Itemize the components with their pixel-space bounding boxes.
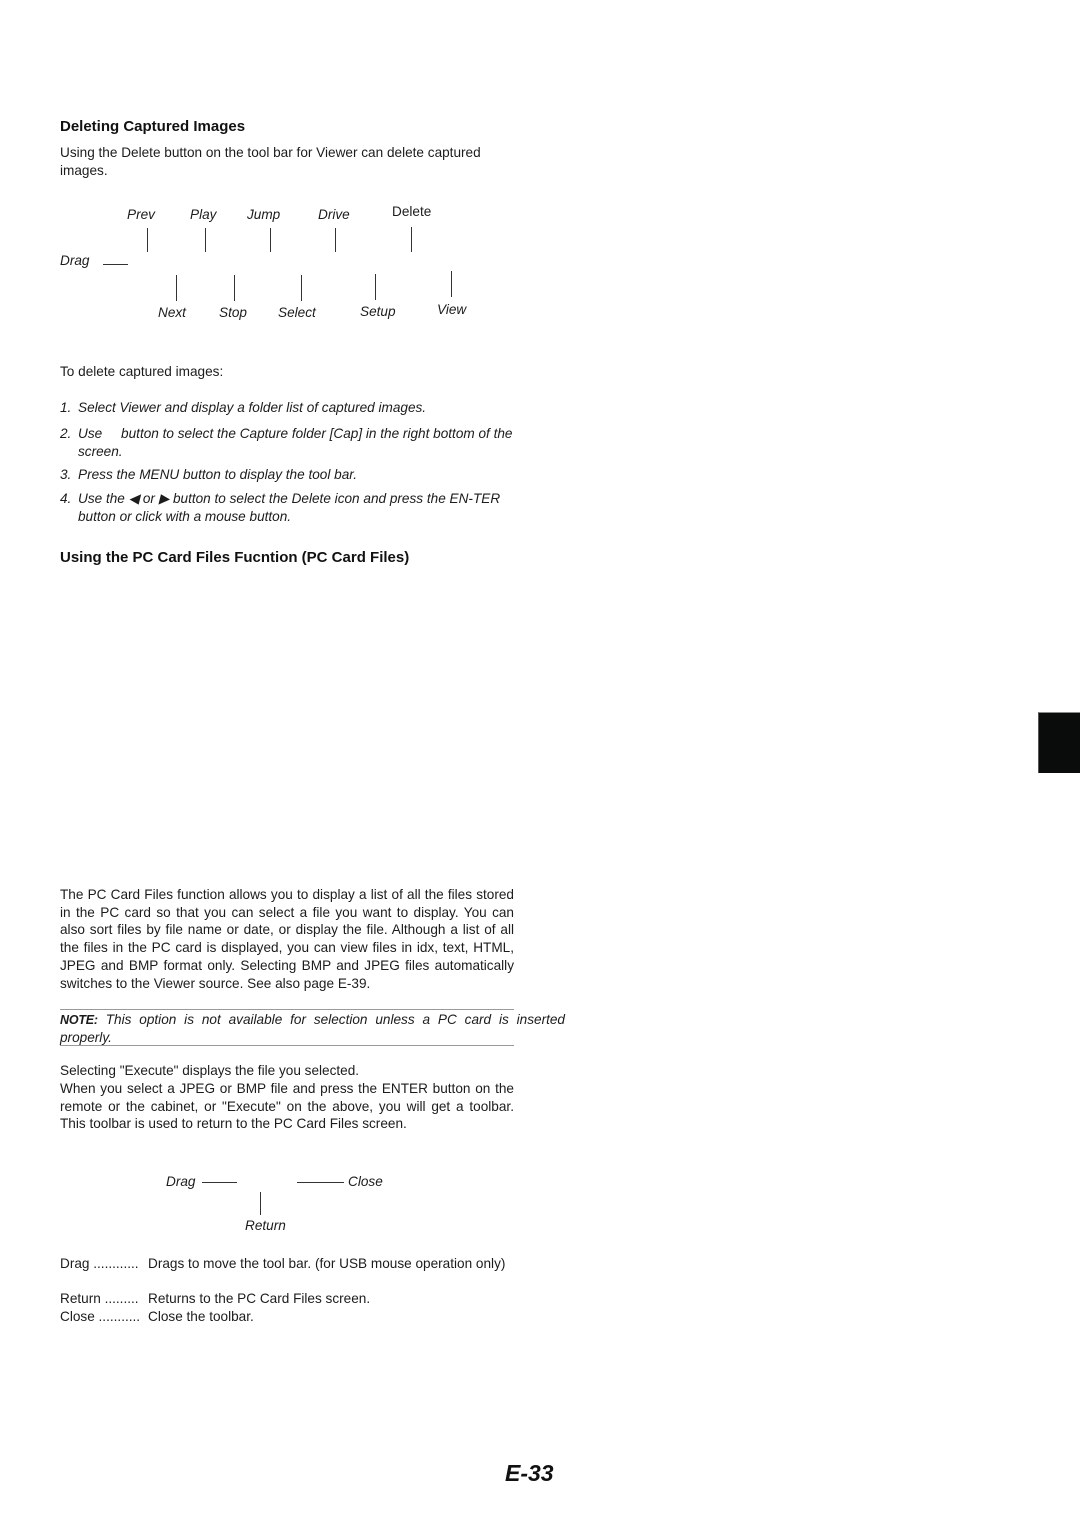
definition-row-drag: Drag ............ Drags to move the tool… — [60, 1255, 515, 1273]
step-number: 1. — [60, 400, 72, 415]
definition-text: Drags to move the tool bar. (for USB mou… — [148, 1256, 506, 1271]
leader-line-next — [176, 275, 177, 301]
leader-line-delete — [411, 227, 412, 252]
leader-line-select — [301, 275, 302, 301]
execute-line: Selecting "Execute" displays the file yo… — [60, 1063, 360, 1078]
label-drag-mini: Drag — [166, 1174, 196, 1189]
leader-line-prev — [147, 228, 148, 252]
note-label: NOTE: — [60, 1013, 98, 1027]
leader-line-return — [260, 1192, 261, 1215]
label-select: Select — [278, 305, 316, 320]
label-drag: Drag — [60, 253, 90, 268]
leader-line-jump — [270, 228, 271, 252]
label-jump: Jump — [247, 207, 281, 222]
definition-row-close: Close ........... Close the toolbar. — [60, 1308, 515, 1326]
label-stop: Stop — [219, 305, 247, 320]
definition-term: Close ........... — [60, 1309, 141, 1324]
label-view: View — [437, 302, 467, 317]
definition-term: Return ......... — [60, 1291, 139, 1306]
label-drive: Drive — [318, 207, 350, 222]
step-text: Select Viewer and display a folder list … — [78, 400, 427, 415]
procedure-intro: To delete captured images: — [60, 364, 224, 379]
step-text: Use the ◀ or ▶ button to select the Dele… — [78, 491, 501, 524]
step-text: Press the MENU button to display the too… — [78, 467, 358, 482]
note-box: NOTE: This option is not available for s… — [60, 1011, 565, 1047]
label-play: Play — [190, 207, 217, 222]
label-close: Close — [348, 1174, 383, 1189]
definition-text: Close the toolbar. — [148, 1309, 254, 1324]
leader-line-close — [297, 1182, 344, 1183]
section-heading-deleting-captured-images: Deleting Captured Images — [60, 118, 246, 135]
label-prev: Prev — [127, 207, 155, 222]
chapter-tab-marker — [1038, 712, 1080, 773]
definition-row-return: Return ......... Returns to the PC Card … — [60, 1290, 515, 1308]
note-bottom-rule — [60, 1045, 514, 1046]
definition-text: Returns to the PC Card Files screen. — [148, 1291, 371, 1306]
step-number: 4. — [60, 491, 72, 506]
step-item: 4. Use the ◀ or ▶ button to select the D… — [60, 490, 515, 525]
label-next: Next — [158, 305, 186, 320]
leader-line-drag-mini — [202, 1182, 237, 1183]
step-text: Use button to select the Capture folder … — [78, 426, 513, 459]
step-number: 2. — [60, 426, 72, 441]
step-item: 1. Select Viewer and display a folder li… — [60, 399, 515, 417]
step-item: 3. Press the MENU button to display the … — [60, 466, 515, 484]
label-setup: Setup — [360, 304, 396, 319]
note-text: This option is not available for selecti… — [60, 1012, 565, 1045]
toolbar-paragraph: When you select a JPEG or BMP file and p… — [60, 1081, 514, 1132]
leader-line-play — [205, 228, 206, 252]
step-number: 3. — [60, 467, 72, 482]
leader-line-stop — [234, 275, 235, 301]
step-item: 2. Use button to select the Capture fold… — [60, 425, 515, 460]
intro-paragraph: Using the Delete button on the tool bar … — [60, 145, 481, 178]
leader-line-drag — [103, 264, 128, 265]
definition-term: Drag ............ — [60, 1256, 139, 1271]
label-delete: Delete — [392, 204, 432, 219]
note-top-rule — [60, 1009, 514, 1010]
section-heading-pc-card-files: Using the PC Card Files Fucntion (PC Car… — [60, 549, 410, 566]
label-return: Return — [245, 1218, 286, 1233]
leader-line-drive — [335, 228, 336, 252]
page-number: E-33 — [505, 1460, 554, 1486]
leader-line-setup — [375, 274, 376, 300]
leader-line-view — [451, 271, 452, 297]
pc-card-files-description: The PC Card Files function allows you to… — [60, 887, 514, 991]
